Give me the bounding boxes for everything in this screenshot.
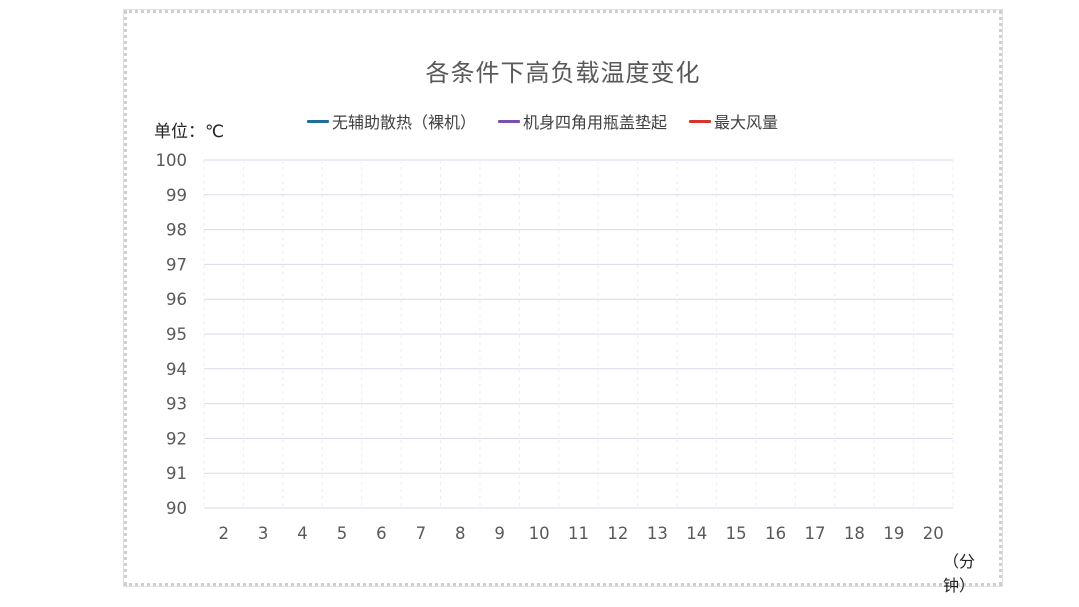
x-tick-label: 4 [297, 524, 308, 543]
x-tick-label: 9 [494, 524, 505, 543]
x-tick-label: 5 [337, 524, 348, 543]
x-tick-label: 16 [765, 524, 786, 543]
y-tick-label: 91 [166, 464, 187, 483]
chart-plot: 90 91 92 93 94 95 96 97 98 99 100 2 3 4 5 6 7 8 9 10 11 12 13 1… [156, 151, 954, 543]
x-tick-label: 17 [805, 524, 826, 543]
y-tick-label: 94 [166, 360, 187, 379]
y-tick-label: 100 [156, 151, 188, 170]
x-tick-label: 13 [647, 524, 668, 543]
y-tick-label: 96 [166, 290, 187, 309]
y-tick-label: 93 [166, 395, 187, 414]
x-tick-label: 10 [529, 524, 550, 543]
x-tick-label: 19 [883, 524, 904, 543]
chart-frame: 各条件下高负载温度变化 单位：℃ （分钟） 无辅助散热（裸机） 机身四角用瓶盖垫… [123, 9, 1003, 595]
y-tick-label: 97 [166, 255, 187, 274]
x-tick-label: 15 [726, 524, 747, 543]
x-tick-label: 3 [258, 524, 269, 543]
x-tick-label: 7 [416, 524, 427, 543]
y-tick-label: 92 [166, 429, 187, 448]
x-tick-label: 12 [607, 524, 628, 543]
y-tick-label: 98 [166, 221, 187, 240]
x-tick-label: 6 [376, 524, 387, 543]
x-tick-label: 11 [568, 524, 589, 543]
y-tick-label: 95 [166, 325, 187, 344]
x-tick-label: 14 [686, 524, 707, 543]
x-tick-label: 8 [455, 524, 466, 543]
y-tick-label: 90 [166, 499, 187, 518]
x-tick-label: 2 [218, 524, 229, 543]
y-tick-label: 99 [166, 186, 187, 205]
x-tick-label: 20 [923, 524, 944, 543]
x-tick-label: 18 [844, 524, 865, 543]
